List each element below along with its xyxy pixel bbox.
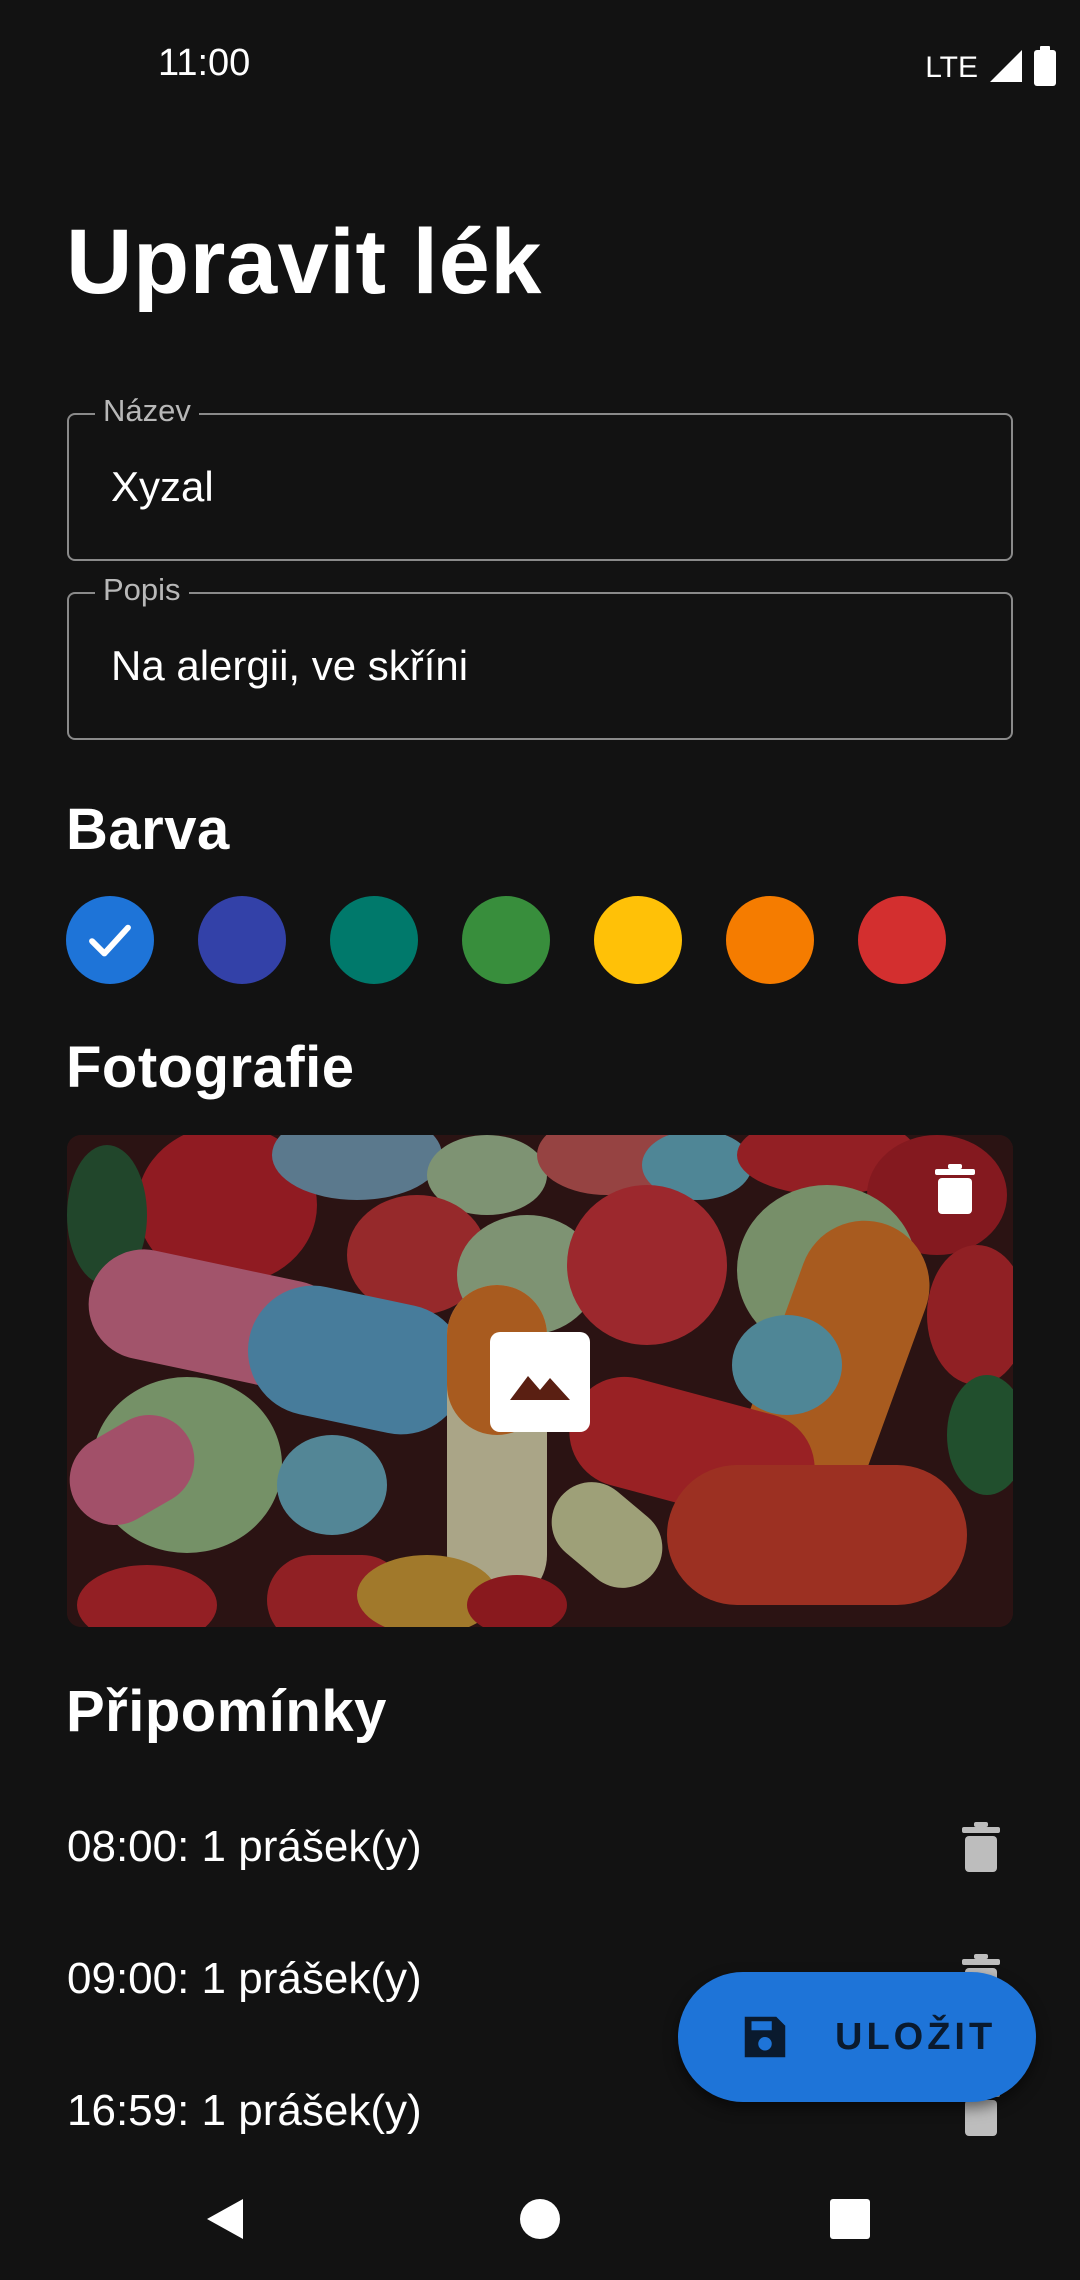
save-button-label: ULOŽIT [835,2016,997,2058]
photo-heading: Fotografie [66,1035,355,1100]
color-swatch[interactable] [330,896,418,984]
back-button[interactable] [190,2184,260,2254]
color-swatch[interactable] [858,896,946,984]
color-swatch[interactable] [726,896,814,984]
recents-icon [830,2199,870,2239]
name-input[interactable] [111,463,971,511]
medicine-photo[interactable] [67,1135,1013,1627]
status-bar: 11:00 LTE [0,0,1080,136]
home-icon [520,2199,560,2239]
status-time: 11:00 [158,42,251,84]
description-field-label: Popis [95,572,189,608]
home-button[interactable] [505,2184,575,2254]
color-swatch[interactable] [462,896,550,984]
color-swatch[interactable] [198,896,286,984]
trash-icon [962,1822,1000,1872]
reminders-heading: Připomínky [66,1679,387,1744]
battery-icon [1032,45,1058,91]
save-icon [744,2016,786,2058]
description-field[interactable]: Popis [67,572,1013,740]
color-heading: Barva [66,797,230,862]
name-field[interactable]: Název [67,393,1013,561]
color-swatch[interactable] [594,896,682,984]
color-swatch[interactable] [66,896,154,984]
reminder-text: 09:00: 1 prášek(y) [67,1954,422,2003]
page-title: Upravit lék [66,211,542,313]
status-indicators: LTE [925,45,1058,91]
reminder-text: 16:59: 1 prášek(y) [67,2086,422,2135]
signal-icon [988,48,1024,89]
save-button[interactable]: ULOŽIT [678,1972,1036,2102]
trash-icon [935,1164,975,1214]
photo-pick-button[interactable] [490,1332,590,1432]
description-input[interactable] [111,642,971,690]
image-icon [510,1376,570,1400]
recents-button[interactable] [815,2184,885,2254]
reminder-item[interactable]: 08:00: 1 prášek(y) [0,1794,1080,1904]
navigation-bar [0,2156,1080,2280]
reminder-delete-button[interactable] [950,1816,1012,1878]
back-icon [207,2199,243,2239]
name-field-label: Název [95,393,199,429]
reminder-text: 08:00: 1 prášek(y) [67,1822,422,1871]
network-type: LTE [925,51,978,84]
photo-delete-button[interactable] [925,1159,985,1219]
check-icon [89,924,131,957]
